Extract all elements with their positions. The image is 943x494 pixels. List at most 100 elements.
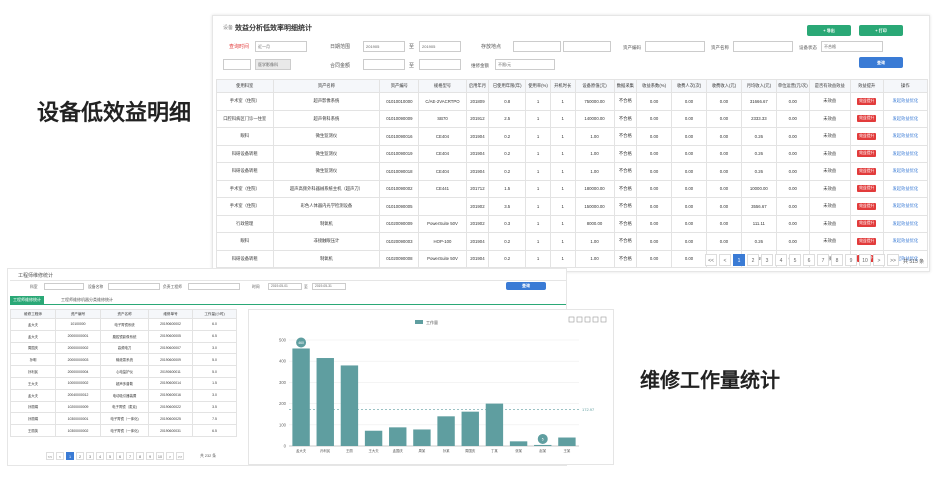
print-button[interactable]: + 打印 [859,25,903,36]
table-cell: 1.00 [574,162,615,181]
table-cell: CE441 [418,179,467,198]
page-button[interactable]: << [705,254,717,266]
optimize-link[interactable]: 发起效益优化 [882,144,929,163]
page-button[interactable]: 2 [747,254,759,266]
time-from-input[interactable]: 2019-05-01 [268,283,302,290]
dept-filter-input[interactable] [44,283,84,290]
table-cell: 0.00 [671,232,707,251]
x-tick-label: 孙某 [443,448,450,453]
repair-page-button[interactable]: < [56,452,64,460]
benefit-badge-label[interactable]: 效益提升 [857,185,877,193]
page-button[interactable]: >> [887,254,899,266]
page-button[interactable]: 6 [803,254,815,266]
page-button[interactable]: 10 [859,254,871,266]
data-view-icon [576,316,583,323]
chart-container: 工作量 0 100 200 300 400 500 孟大夫 孙利民 王丽 王大夫 孟国庆 周某 孙某 周国庆… [248,309,614,465]
benefit-badge-label[interactable]: 效益提升 [857,150,877,158]
page-button[interactable]: 3 [761,254,773,266]
page-button[interactable]: 8 [831,254,843,266]
asset-code-input[interactable] [645,41,705,52]
benefit-badge[interactable]: 效益提升 [849,109,884,128]
optimize-link[interactable]: 发起效益优化 [882,92,929,111]
benefit-badge[interactable]: 效益提升 [849,162,884,181]
repair-page-button[interactable]: 8 [136,452,144,460]
repair-page-button[interactable]: 2 [76,452,84,460]
repair-page-button[interactable]: >> [176,452,184,460]
benefit-badge-label[interactable]: 效益提升 [857,97,877,105]
benefit-badge[interactable]: 效益提升 [849,197,884,216]
repair-page-button[interactable]: 1 [66,452,74,460]
optimize-link[interactable]: 发起效益优化 [882,197,929,216]
optimize-link[interactable]: 发起效益优化 [882,179,929,198]
date-to-input[interactable]: 201905 [419,41,461,52]
repair-page-button[interactable]: 9 [146,452,154,460]
time-to-input[interactable]: 2019-05-31 [312,283,346,290]
page-button[interactable]: > [873,254,885,266]
page-button[interactable]: 5 [789,254,801,266]
table-cell: 未效益 [808,197,851,216]
contract-to-input[interactable] [419,59,461,70]
optimize-link[interactable]: 发起效益优化 [882,109,929,128]
dept-select[interactable]: 医学影像科 [255,59,291,70]
repair-page-button[interactable]: 5 [106,452,114,460]
device-filter-input[interactable] [108,283,160,290]
cost-select[interactable]: 不限/元 [495,59,555,70]
date-label: 日期范围 [330,44,351,50]
benefit-badge[interactable]: 效益提升 [849,127,884,146]
device-filter-label: 设备名称 [88,285,104,289]
benefit-badge-label[interactable]: 效益提升 [857,132,877,140]
optimize-link[interactable]: 发起效益优化 [882,214,929,233]
benefit-badge-label[interactable]: 效益提升 [857,237,877,245]
place-input[interactable] [513,41,561,52]
benefit-badge-label[interactable]: 效益提升 [857,220,877,228]
date-from-input[interactable]: 201905 [363,41,405,52]
export-button[interactable]: + 导出 [807,25,851,36]
table-cell: 未效益 [808,214,851,233]
repair-page-button[interactable]: 3 [86,452,94,460]
benefit-badge[interactable]: 效益提升 [849,214,884,233]
period-select[interactable]: 近一月 [255,41,307,52]
benefit-badge[interactable]: 效益提升 [849,144,884,163]
repair-total: 共 232 条 [200,454,217,458]
page-button[interactable]: 7 [817,254,829,266]
repair-page-button[interactable]: 7 [126,452,134,460]
benefit-badge-label[interactable]: 效益提升 [857,115,877,123]
repair-page-button[interactable]: 6 [116,452,124,460]
table-cell: 201904 [465,127,490,146]
table-cell: 0.00 [671,109,707,128]
optimize-link[interactable]: 发起效益优化 [882,127,929,146]
benefit-badge[interactable]: 效益提升 [849,92,884,111]
asset-name-input[interactable] [733,41,793,52]
repair-table-cell: 5.0 [192,353,237,367]
benefit-badge-label[interactable]: 效益提升 [857,202,877,210]
optimize-link[interactable]: 发起效益优化 [882,162,929,181]
engineer-filter-input[interactable] [188,283,240,290]
contract-from-input[interactable] [363,59,405,70]
repair-query-button[interactable]: 查询 [506,282,546,290]
repair-page-button[interactable]: 4 [96,452,104,460]
tab-category-stats[interactable]: 工程师维修机器分类维修统计 [58,296,116,304]
page-button[interactable]: 1 [733,254,745,266]
optimize-link[interactable]: 发起效益优化 [882,232,929,251]
x-tick-label: 王丽 [346,449,353,453]
table-cell: 0.00 [636,249,673,268]
repair-page-button[interactable]: 10 [156,452,164,460]
table-cell: 行政管理 [216,214,274,233]
status-select[interactable]: 不合格 [821,41,883,52]
place-input-2[interactable] [563,41,611,52]
page-button[interactable]: 9 [845,254,857,266]
benefit-badge[interactable]: 效益提升 [849,232,884,251]
benefit-badge-label[interactable]: 效益提升 [857,167,877,175]
dept-input[interactable] [223,59,251,70]
query-button[interactable]: 查询 [859,57,903,68]
page-button[interactable]: < [719,254,731,266]
x-tick-label: 王大夫 [368,448,379,453]
repair-page-button[interactable]: > [166,452,174,460]
repair-table-header: 维修工程师 资产编号 资产名称 维修单号 工作量(小时) [10,309,237,319]
repair-page-button[interactable]: << [46,452,54,460]
repair-table-cell: 10300000001 [55,412,101,426]
benefit-badge[interactable]: 效益提升 [849,179,884,198]
tab-engineer-stats[interactable]: 工程师维修统计 [10,296,44,304]
page-button[interactable]: 4 [775,254,787,266]
average-label: 172.97 [582,407,595,412]
